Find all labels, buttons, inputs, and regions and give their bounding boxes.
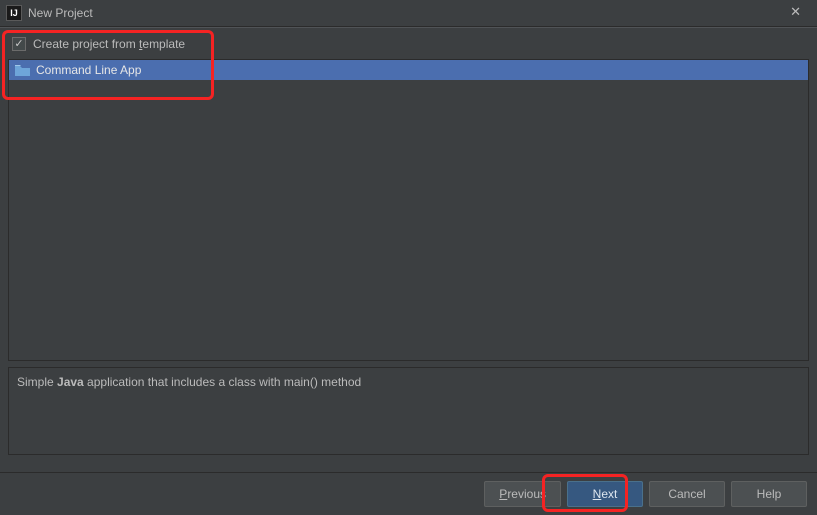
folder-icon (15, 64, 30, 76)
window-title: New Project (28, 6, 93, 20)
help-button[interactable]: Help (731, 481, 807, 507)
create-from-template-row[interactable]: ✓ Create project from template (0, 28, 817, 59)
next-button[interactable]: Next (567, 481, 643, 507)
cancel-button[interactable]: Cancel (649, 481, 725, 507)
main-area: ✓ Create project from template Command L… (0, 27, 817, 472)
create-from-template-label: Create project from template (33, 37, 185, 51)
template-item-label: Command Line App (36, 63, 141, 77)
app-icon: IJ (6, 5, 22, 21)
footer: Previous Next Cancel Help (0, 472, 817, 514)
template-description: Simple Java application that includes a … (8, 367, 809, 455)
create-from-template-checkbox[interactable]: ✓ (12, 37, 26, 51)
template-item-command-line-app[interactable]: Command Line App (9, 60, 808, 80)
previous-button[interactable]: Previous (484, 481, 561, 507)
titlebar: IJ New Project ✕ (0, 0, 817, 27)
template-list[interactable]: Command Line App (8, 59, 809, 361)
close-icon[interactable]: ✕ (784, 4, 807, 20)
